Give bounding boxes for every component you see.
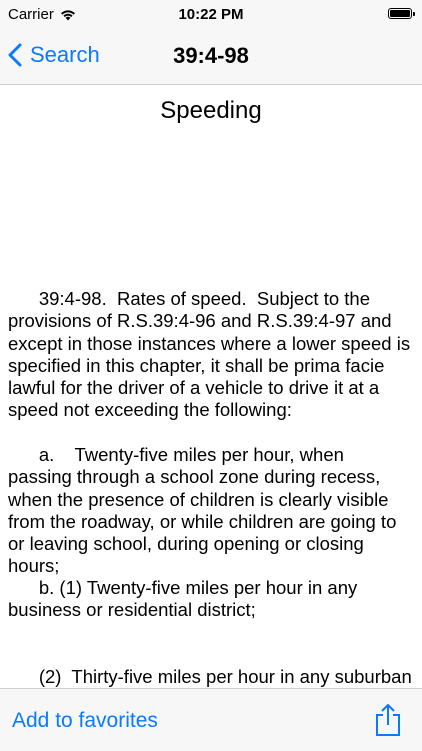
document-view[interactable]: Speeding 39:4-98. Rates of speed. Subjec… [0,85,422,688]
document-paragraph: (2) Thirty-five miles per hour in any su… [38,666,412,687]
document-paragraph: 39:4-98. Rates of speed. Subject to the … [8,288,416,421]
battery-icon [388,8,415,19]
page-title: 39:4-98 [173,43,249,68]
bottom-toolbar: Add to favorites [0,688,422,751]
add-to-favorites-button[interactable]: Add to favorites [12,709,158,733]
status-time: 10:22 PM [178,6,244,23]
document-paragraph: b. (1) Twenty-five miles per hour in any… [8,577,363,621]
navigation-bar: Search 39:4-98 [0,30,422,85]
document-heading: Speeding [160,97,262,124]
document-paragraph: a. Twenty-five miles per hour, when pass… [8,444,402,577]
share-icon [376,704,400,736]
status-bar: Carrier 10:22 PM [0,0,422,30]
share-button[interactable] [372,703,404,737]
